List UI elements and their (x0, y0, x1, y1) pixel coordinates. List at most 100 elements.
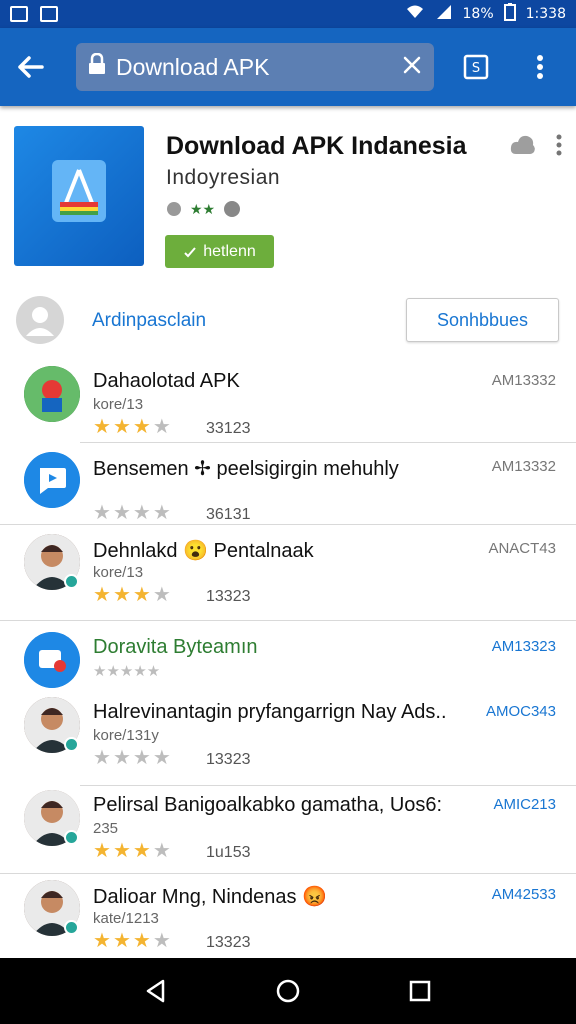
home-icon[interactable] (275, 978, 301, 1004)
divider (80, 785, 576, 786)
recents-icon[interactable] (407, 978, 433, 1004)
overflow-menu-button[interactable] (518, 45, 562, 89)
item-time: AM13332 (491, 458, 556, 475)
clock: 1:338 (525, 6, 566, 22)
avatar[interactable] (24, 452, 80, 508)
star-icon: ★ (112, 584, 133, 606)
star-icon: ★ (93, 840, 113, 862)
avatar[interactable] (24, 632, 80, 688)
toolbar: Download APK S (0, 28, 576, 106)
install-button[interactable]: hetlenn (165, 235, 274, 268)
verified-badge-icon (64, 574, 79, 589)
back-nav-icon[interactable] (143, 978, 169, 1004)
star-icon: ★ (152, 416, 173, 438)
header-actions (510, 134, 562, 156)
item-count: 13323 (206, 934, 251, 951)
star-icon: ★ (152, 840, 173, 862)
list-item[interactable]: Dahaolotad APK AM13332 kore/13 ★★★★ 33123 (0, 366, 576, 446)
star-icon: ★ (132, 840, 153, 862)
star-icon: ★ (132, 930, 153, 952)
item-count: 33123 (206, 420, 251, 437)
back-arrow-icon (18, 56, 44, 78)
star-icon: ★ (152, 584, 173, 606)
item-count: 1u153 (206, 844, 251, 861)
back-button[interactable] (0, 37, 60, 97)
star-icon: ★ (152, 747, 173, 769)
item-title: Halrevinantagin pryfangarrign Nay Ads.. (93, 701, 447, 723)
check-icon (184, 246, 197, 257)
star-rating: ★★★★ (93, 500, 173, 525)
item-time: ANACT43 (488, 540, 556, 557)
url-text: Download APK (116, 53, 270, 80)
close-icon (403, 56, 421, 73)
item-time: AM13332 (491, 372, 556, 389)
app-rating: ★★ (190, 200, 216, 217)
app-icon (24, 366, 80, 422)
item-title: Pelirsal Banigoalkabko gamatha, Uos6: (93, 794, 443, 816)
item-title: Bensemen ✢ peelsigirgin mehuhly (93, 458, 399, 480)
item-subtitle: kate/1213 (93, 910, 159, 927)
tabs-icon: S (463, 54, 489, 80)
app-developer[interactable]: Indoyresian (166, 166, 280, 190)
status-bar: 18% 1:338 (0, 0, 576, 28)
divider (0, 524, 576, 525)
item-title: Dahaolotad APK (93, 370, 240, 392)
divider (80, 442, 576, 443)
item-count: 13323 (206, 751, 251, 768)
navigation-bar (0, 958, 576, 1024)
star-icon: ★ (93, 584, 113, 606)
item-time: AMOC343 (485, 703, 556, 720)
app-meta: ★★ (166, 200, 241, 218)
star-rating: ★★★★ (93, 414, 173, 439)
wifi-icon (405, 4, 425, 24)
lock-icon (88, 52, 106, 81)
install-label: hetlenn (203, 242, 256, 260)
svg-text:S: S (472, 61, 480, 76)
list-item[interactable]: Dalioar Mng, Nindenas 😡 AM42533 kate/1213 ★… (0, 880, 576, 960)
more-vert-icon (537, 55, 543, 79)
star-icon: ★ (112, 840, 133, 862)
list-item[interactable]: Bensemen ✢ peelsigirgin mehuhly AM13332 ★★… (0, 452, 576, 532)
item-title: Dalioar Mng, Nindenas 😡 (93, 886, 327, 908)
item-count: 13323 (206, 588, 251, 605)
star-icon: ★ (112, 747, 133, 769)
author-row: Ardinpasclain Sonhbbues (0, 292, 576, 350)
clear-button[interactable] (402, 54, 422, 81)
list-item[interactable]: Halrevinantagin pryfangarrign Nay Ads.. A… (0, 697, 576, 777)
star-icon: ★ (112, 416, 133, 438)
list-item[interactable]: Dehnlakd 😮 Pentalnaak ANACT43 kore/13 ★★★★ 1… (0, 534, 576, 614)
app-icon (14, 126, 144, 266)
avatar[interactable] (16, 296, 64, 344)
star-icon: ★ (132, 416, 153, 438)
star-icon: ★ (93, 930, 113, 952)
star-rating: ★★★★ (93, 582, 173, 607)
item-time: AMIC213 (493, 796, 556, 813)
item-title: Doravita Byteamın (93, 636, 258, 658)
list-item[interactable]: Pelirsal Banigoalkabko gamatha, Uos6: AMI… (0, 790, 576, 870)
item-subtitle: kore/13 (93, 564, 144, 581)
author-name[interactable]: Ardinpasclain (92, 310, 206, 332)
more-vert-icon[interactable] (556, 134, 562, 156)
item-subtitle: 235 (93, 820, 119, 837)
cloud-icon[interactable] (510, 134, 536, 156)
world-icon (224, 201, 241, 217)
star-icon: ★ (132, 502, 153, 524)
signal-icon (435, 4, 453, 24)
battery-icon (503, 3, 516, 25)
app-logo-icon (24, 632, 80, 688)
app-title: Download APK Indanesia (166, 132, 467, 160)
globe-icon (167, 202, 181, 216)
avatar[interactable] (24, 366, 80, 422)
tabs-button[interactable]: S (454, 45, 498, 89)
item-subtitle: kore/13 (93, 396, 144, 413)
verified-badge-icon (64, 920, 79, 935)
search-input[interactable]: Download APK (76, 43, 434, 91)
item-title: Dehnlakd 😮 Pentalnaak (93, 540, 314, 562)
notification-icon (10, 6, 28, 22)
app-header: Download APK Indanesia Indoyresian ★★ he… (0, 106, 576, 286)
divider (0, 620, 576, 621)
item-subtitle: ★★★★★ (93, 663, 161, 680)
subscribe-button[interactable]: Sonhbbues (406, 298, 559, 342)
image-notification-icon (40, 6, 58, 22)
divider (0, 873, 576, 874)
